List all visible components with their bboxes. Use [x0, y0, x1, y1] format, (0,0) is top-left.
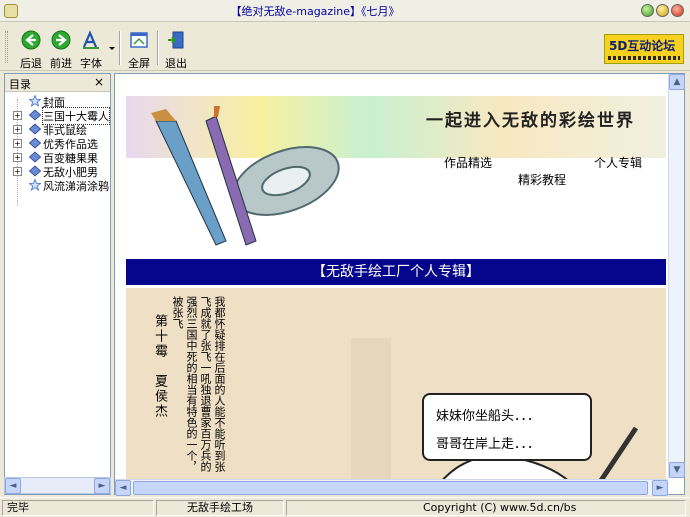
- sidebar-close-icon[interactable]: ×: [94, 75, 104, 89]
- speech-line-2: 哥哥在岸上走．．．: [436, 437, 541, 452]
- exit-door-icon: [168, 31, 184, 49]
- logo-stripe: [608, 56, 680, 60]
- chapter-title: 第十霉 夏侯杰: [152, 314, 167, 419]
- menu-works-link[interactable]: 作品精选: [444, 154, 492, 171]
- font-label: 字体: [80, 57, 102, 70]
- status-site: 无敌手绘工场: [156, 500, 284, 516]
- logo-text: 5D互动论坛: [609, 39, 676, 53]
- toc-item-youxiu[interactable]: + 优秀作品选: [11, 136, 111, 151]
- window-title: 【绝对无敌e-magazine】《七月》: [230, 5, 400, 18]
- scroll-up-icon[interactable]: ▲: [669, 74, 685, 90]
- app-window: 【绝对无敌e-magazine】《七月》 后退 前进 字体 全屏 退出 5D互动…: [0, 0, 690, 517]
- book-icon: [29, 165, 41, 177]
- sidebar-title: 目录: [9, 78, 31, 91]
- expand-plus-icon[interactable]: +: [13, 111, 22, 120]
- star-icon: [29, 179, 41, 191]
- toolbar: 后退 前进 字体 全屏 退出 5D互动论坛: [0, 23, 690, 71]
- expand-plus-icon[interactable]: +: [13, 139, 22, 148]
- exit-label: 退出: [165, 57, 187, 70]
- book-icon: [29, 109, 41, 121]
- expand-plus-icon[interactable]: +: [13, 125, 22, 134]
- scroll-right-icon[interactable]: ►: [652, 480, 668, 496]
- toc-item-label: 风流涕淌涂鸦: [43, 180, 109, 193]
- toc-item-baibian[interactable]: + 百变糖果果: [11, 150, 111, 165]
- scroll-left-icon[interactable]: ◄: [5, 478, 21, 494]
- font-button[interactable]: 字体: [73, 30, 109, 70]
- fullscreen-icon: [130, 32, 148, 48]
- scroll-right-icon[interactable]: ►: [94, 478, 110, 494]
- toc-item-feishi[interactable]: + 非式鼠绘: [11, 122, 111, 137]
- menu-tutorials-link[interactable]: 精彩教程: [518, 171, 566, 188]
- back-arrow-icon: [21, 30, 41, 50]
- section-title: 【无敌手绘工厂个人专辑】: [126, 259, 666, 285]
- content-hscroll[interactable]: ◄ ►: [115, 479, 668, 496]
- speech-bubble: 妹妹你坐船头．．． 哥哥在岸上走．．．: [422, 393, 592, 461]
- comic-illustration: 妹妹你坐船头．．． 哥哥在岸上走．．．: [346, 338, 656, 488]
- speech-line-1: 妹妹你坐船头．．．: [436, 409, 541, 424]
- forward-arrow-icon: [51, 30, 71, 50]
- paint-brushes-illustration: [151, 106, 340, 246]
- toc-tree: 封面 + 三国十大霉人 + 非式鼠绘 + 优秀作品选 + 百变糖果果 + 无敌小…: [5, 92, 110, 494]
- book-icon: [29, 137, 41, 149]
- toc-item-wudi[interactable]: + 无敌小肥男: [11, 164, 111, 179]
- scroll-left-icon[interactable]: ◄: [115, 480, 131, 496]
- expand-plus-icon[interactable]: +: [13, 167, 22, 176]
- minimize-button[interactable]: [641, 4, 654, 17]
- book-icon: [29, 151, 41, 163]
- content-vscroll[interactable]: ▲ ▼: [668, 74, 685, 478]
- sidebar-header: 目录 ×: [5, 74, 110, 92]
- toc-sidebar: 目录 × 封面 + 三国十大霉人 + 非式鼠绘 + 优秀作品选 + 百变糖果果 …: [4, 73, 111, 495]
- fullscreen-label: 全屏: [128, 57, 150, 70]
- banner-slogan: 一起进入无敌的彩绘世界: [426, 111, 635, 131]
- banner: 一起进入无敌的彩绘世界 作品精选 精彩教程 个人专辑: [126, 86, 666, 256]
- article-panel: 第十霉 夏侯杰 我都怀疑排在后面的人能不能听到张飞成就了张飞一吼独退曹家百万兵的…: [126, 288, 666, 488]
- star-icon: [29, 95, 41, 107]
- status-copyright: Copyright (C) www.5d.cn/bs: [286, 500, 686, 516]
- status-text: 完毕: [2, 500, 154, 516]
- article-text: 我都怀疑排在后面的人能不能听到张飞成就了张飞一吼独退曹家百万兵的强烈三国中死的相…: [171, 296, 226, 472]
- exit-button[interactable]: 退出: [158, 30, 194, 70]
- 5d-forum-logo[interactable]: 5D互动论坛: [604, 34, 684, 64]
- hscroll-thumb[interactable]: [133, 481, 648, 495]
- sidebar-hscroll[interactable]: ◄ ►: [4, 477, 111, 494]
- status-bar: 完毕 无敌手绘工场 Copyright (C) www.5d.cn/bs: [0, 497, 690, 517]
- content-pane: 一起进入无敌的彩绘世界 作品精选 精彩教程 个人专辑 【无敌手绘工厂个人专辑】 …: [114, 73, 685, 495]
- expand-plus-icon[interactable]: +: [13, 153, 22, 162]
- fullscreen-button[interactable]: 全屏: [121, 30, 157, 70]
- magazine-page: 一起进入无敌的彩绘世界 作品精选 精彩教程 个人专辑 【无敌手绘工厂个人专辑】 …: [126, 86, 666, 488]
- book-icon: [29, 123, 41, 135]
- toc-item-cover[interactable]: 封面: [11, 94, 111, 109]
- toolbar-grip[interactable]: [5, 31, 8, 63]
- toc-item-sanguo[interactable]: + 三国十大霉人: [11, 107, 111, 125]
- font-icon: [82, 30, 99, 49]
- font-dropdown-arrow[interactable]: [109, 47, 115, 50]
- toc-item-fengliu[interactable]: 风流涕淌涂鸦: [11, 178, 111, 193]
- title-bar: 【绝对无敌e-magazine】《七月》: [0, 0, 690, 22]
- close-button[interactable]: [671, 4, 684, 17]
- menu-personal-link[interactable]: 个人专辑: [594, 154, 642, 171]
- maximize-button[interactable]: [656, 4, 669, 17]
- scroll-down-icon[interactable]: ▼: [669, 462, 685, 478]
